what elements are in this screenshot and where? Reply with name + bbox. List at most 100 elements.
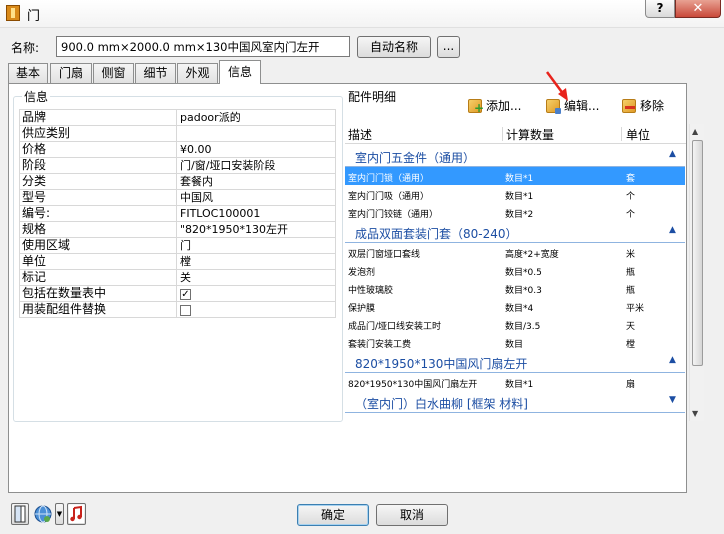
property-row[interactable]: 用装配组件替换 (20, 302, 336, 318)
expand-caret-icon[interactable]: ▼ (669, 395, 676, 405)
list-item[interactable]: 室内门门铰链（通用） 数目*2 个 (345, 203, 685, 221)
item-qty: 数目*0.5 (505, 268, 542, 278)
close-button[interactable]: ✕ (675, 0, 721, 18)
tab-appearance[interactable]: 外观 (177, 63, 218, 83)
add-part-button[interactable]: 添加... (468, 97, 521, 117)
globe-icon (34, 505, 52, 523)
column-qty[interactable]: 计算数量 (506, 126, 554, 143)
item-unit: 瓶 (626, 268, 636, 278)
property-key: 供应类别 (20, 126, 177, 141)
replace-with-assembly-checkbox[interactable] (180, 305, 191, 316)
tab-door-leaf[interactable]: 门扇 (50, 63, 92, 83)
remove-icon (622, 98, 636, 113)
music-button[interactable] (67, 503, 86, 525)
item-unit: 樘 (626, 340, 636, 350)
door-icon (14, 505, 26, 523)
group-header[interactable]: （室内门）白水曲柳 [框架 材料] ▼ (345, 391, 685, 413)
scroll-up-icon[interactable]: ▲ (692, 127, 698, 136)
door-app-icon (6, 5, 20, 21)
red-arrow-annotation-icon (545, 71, 568, 101)
property-row[interactable]: 品牌 padoor派的 (20, 110, 336, 126)
dropdown-icon[interactable]: ▼ (55, 503, 64, 525)
tab-detail[interactable]: 细节 (135, 63, 176, 83)
globe-button[interactable] (33, 503, 53, 525)
property-value[interactable]: 门/窗/垭口安装阶段 (177, 158, 336, 173)
cancel-button[interactable]: 取消 (376, 504, 448, 526)
property-row[interactable]: 标记关 (20, 270, 336, 286)
group-title: 成品双面套装门套（80-240） (355, 227, 518, 241)
scroll-thumb[interactable] (692, 140, 703, 366)
property-row[interactable]: 规格 "820*1950*130左开 (20, 222, 336, 238)
property-row[interactable]: 阶段 门/窗/垭口安装阶段 (20, 158, 336, 174)
tab-side-window[interactable]: 侧窗 (93, 63, 134, 83)
list-item[interactable]: 发泡剂 数目*0.5 瓶 (345, 261, 685, 279)
column-unit[interactable]: 单位 (626, 126, 650, 143)
column-desc[interactable]: 描述 (348, 126, 372, 143)
door-preview-button[interactable] (11, 503, 29, 525)
property-value[interactable]: 门 (177, 238, 336, 253)
property-value[interactable]: ¥0.00 (177, 142, 336, 157)
list-item[interactable]: 保护膜 数目*4 平米 (345, 297, 685, 315)
group-header[interactable]: 成品双面套装门套（80-240） ▲ (345, 221, 685, 243)
list-item[interactable]: 成品门/垭口线安装工时 数目/3.5 天 (345, 315, 685, 333)
group-title: 室内门五金件（通用） (355, 151, 476, 165)
window-title: 门 (27, 9, 41, 24)
property-row[interactable]: 包括在数量表中 ✓ (20, 286, 336, 302)
item-desc: 套装门安装工费 (348, 340, 412, 350)
property-row[interactable]: 价格 ¥0.00 (20, 142, 336, 158)
property-row[interactable]: 供应类别 (20, 126, 336, 142)
tab-basic[interactable]: 基本 (8, 63, 48, 83)
item-unit: 米 (626, 250, 636, 260)
property-key: 型号 (20, 190, 177, 205)
property-value[interactable]: 套餐内 (177, 174, 336, 189)
group-header[interactable]: 820*1950*130中国风门扇左开 ▲ (345, 351, 685, 373)
list-item[interactable]: 820*1950*130中国风门扇左开 数目*1 扇 (345, 373, 685, 391)
property-key: 分类 (20, 174, 177, 189)
info-group-title: 信息 (22, 88, 51, 105)
property-row[interactable]: 分类 套餐内 (20, 174, 336, 190)
item-qty: 数目/3.5 (505, 322, 541, 332)
property-value-checkbox[interactable]: ✓ (177, 286, 336, 301)
item-desc: 室内门门吸（通用） (348, 192, 430, 202)
item-desc: 双层门窗垭口套线 (348, 250, 421, 260)
property-key: 标记 (20, 270, 177, 285)
title-bar: 门 ? ✕ (0, 0, 724, 28)
property-value-checkbox[interactable] (177, 302, 336, 317)
list-item[interactable]: 室内门门吸（通用） 数目*1 个 (345, 185, 685, 203)
collapse-caret-icon[interactable]: ▲ (669, 225, 676, 235)
remove-part-button[interactable]: 移除 (622, 97, 664, 115)
collapse-caret-icon[interactable]: ▲ (669, 355, 676, 365)
property-value[interactable]: padoor派的 (177, 110, 336, 125)
list-item[interactable]: 中性玻璃胶 数目*0.3 瓶 (345, 279, 685, 297)
ok-button[interactable]: 确定 (297, 504, 369, 526)
property-value[interactable]: FITLOC100001 (177, 206, 336, 221)
property-key: 阶段 (20, 158, 177, 173)
browse-button[interactable]: ... (437, 36, 460, 58)
item-desc: 室内门门锁（通用） (348, 174, 430, 184)
group-header[interactable]: 室内门五金件（通用） ▲ (345, 145, 685, 167)
music-icon (69, 505, 84, 523)
property-key: 品牌 (20, 110, 177, 125)
property-row[interactable]: 单位樘 (20, 254, 336, 270)
property-value[interactable]: 关 (177, 270, 336, 285)
name-input[interactable]: 900.0 mm×2000.0 mm×130中国风室内门左开 (56, 36, 350, 57)
auto-name-button[interactable]: 自动名称 (357, 36, 431, 58)
property-row[interactable]: 编号: FITLOC100001 (20, 206, 336, 222)
scroll-down-icon[interactable]: ▼ (692, 409, 698, 418)
tab-info[interactable]: 信息 (219, 60, 261, 84)
list-item[interactable]: 双层门窗垭口套线 高度*2+宽度 米 (345, 243, 685, 261)
property-value[interactable]: 中国风 (177, 190, 336, 205)
property-row[interactable]: 型号 中国风 (20, 190, 336, 206)
list-item[interactable]: 套装门安装工费 数目 樘 (345, 333, 685, 351)
collapse-caret-icon[interactable]: ▲ (669, 149, 676, 159)
include-in-schedule-checkbox[interactable]: ✓ (180, 289, 191, 300)
item-unit: 个 (626, 210, 636, 220)
list-item[interactable]: 室内门门锁（通用） 数目*1 套 (345, 167, 685, 185)
help-button[interactable]: ? (645, 0, 675, 18)
property-value[interactable] (177, 126, 336, 141)
property-key: 单位 (20, 254, 177, 269)
parts-list-scrollbar[interactable]: ▲ ▼ (689, 124, 704, 421)
property-value[interactable]: 樘 (177, 254, 336, 269)
property-value[interactable]: "820*1950*130左开 (177, 222, 336, 237)
property-row[interactable]: 使用区域门 (20, 238, 336, 254)
